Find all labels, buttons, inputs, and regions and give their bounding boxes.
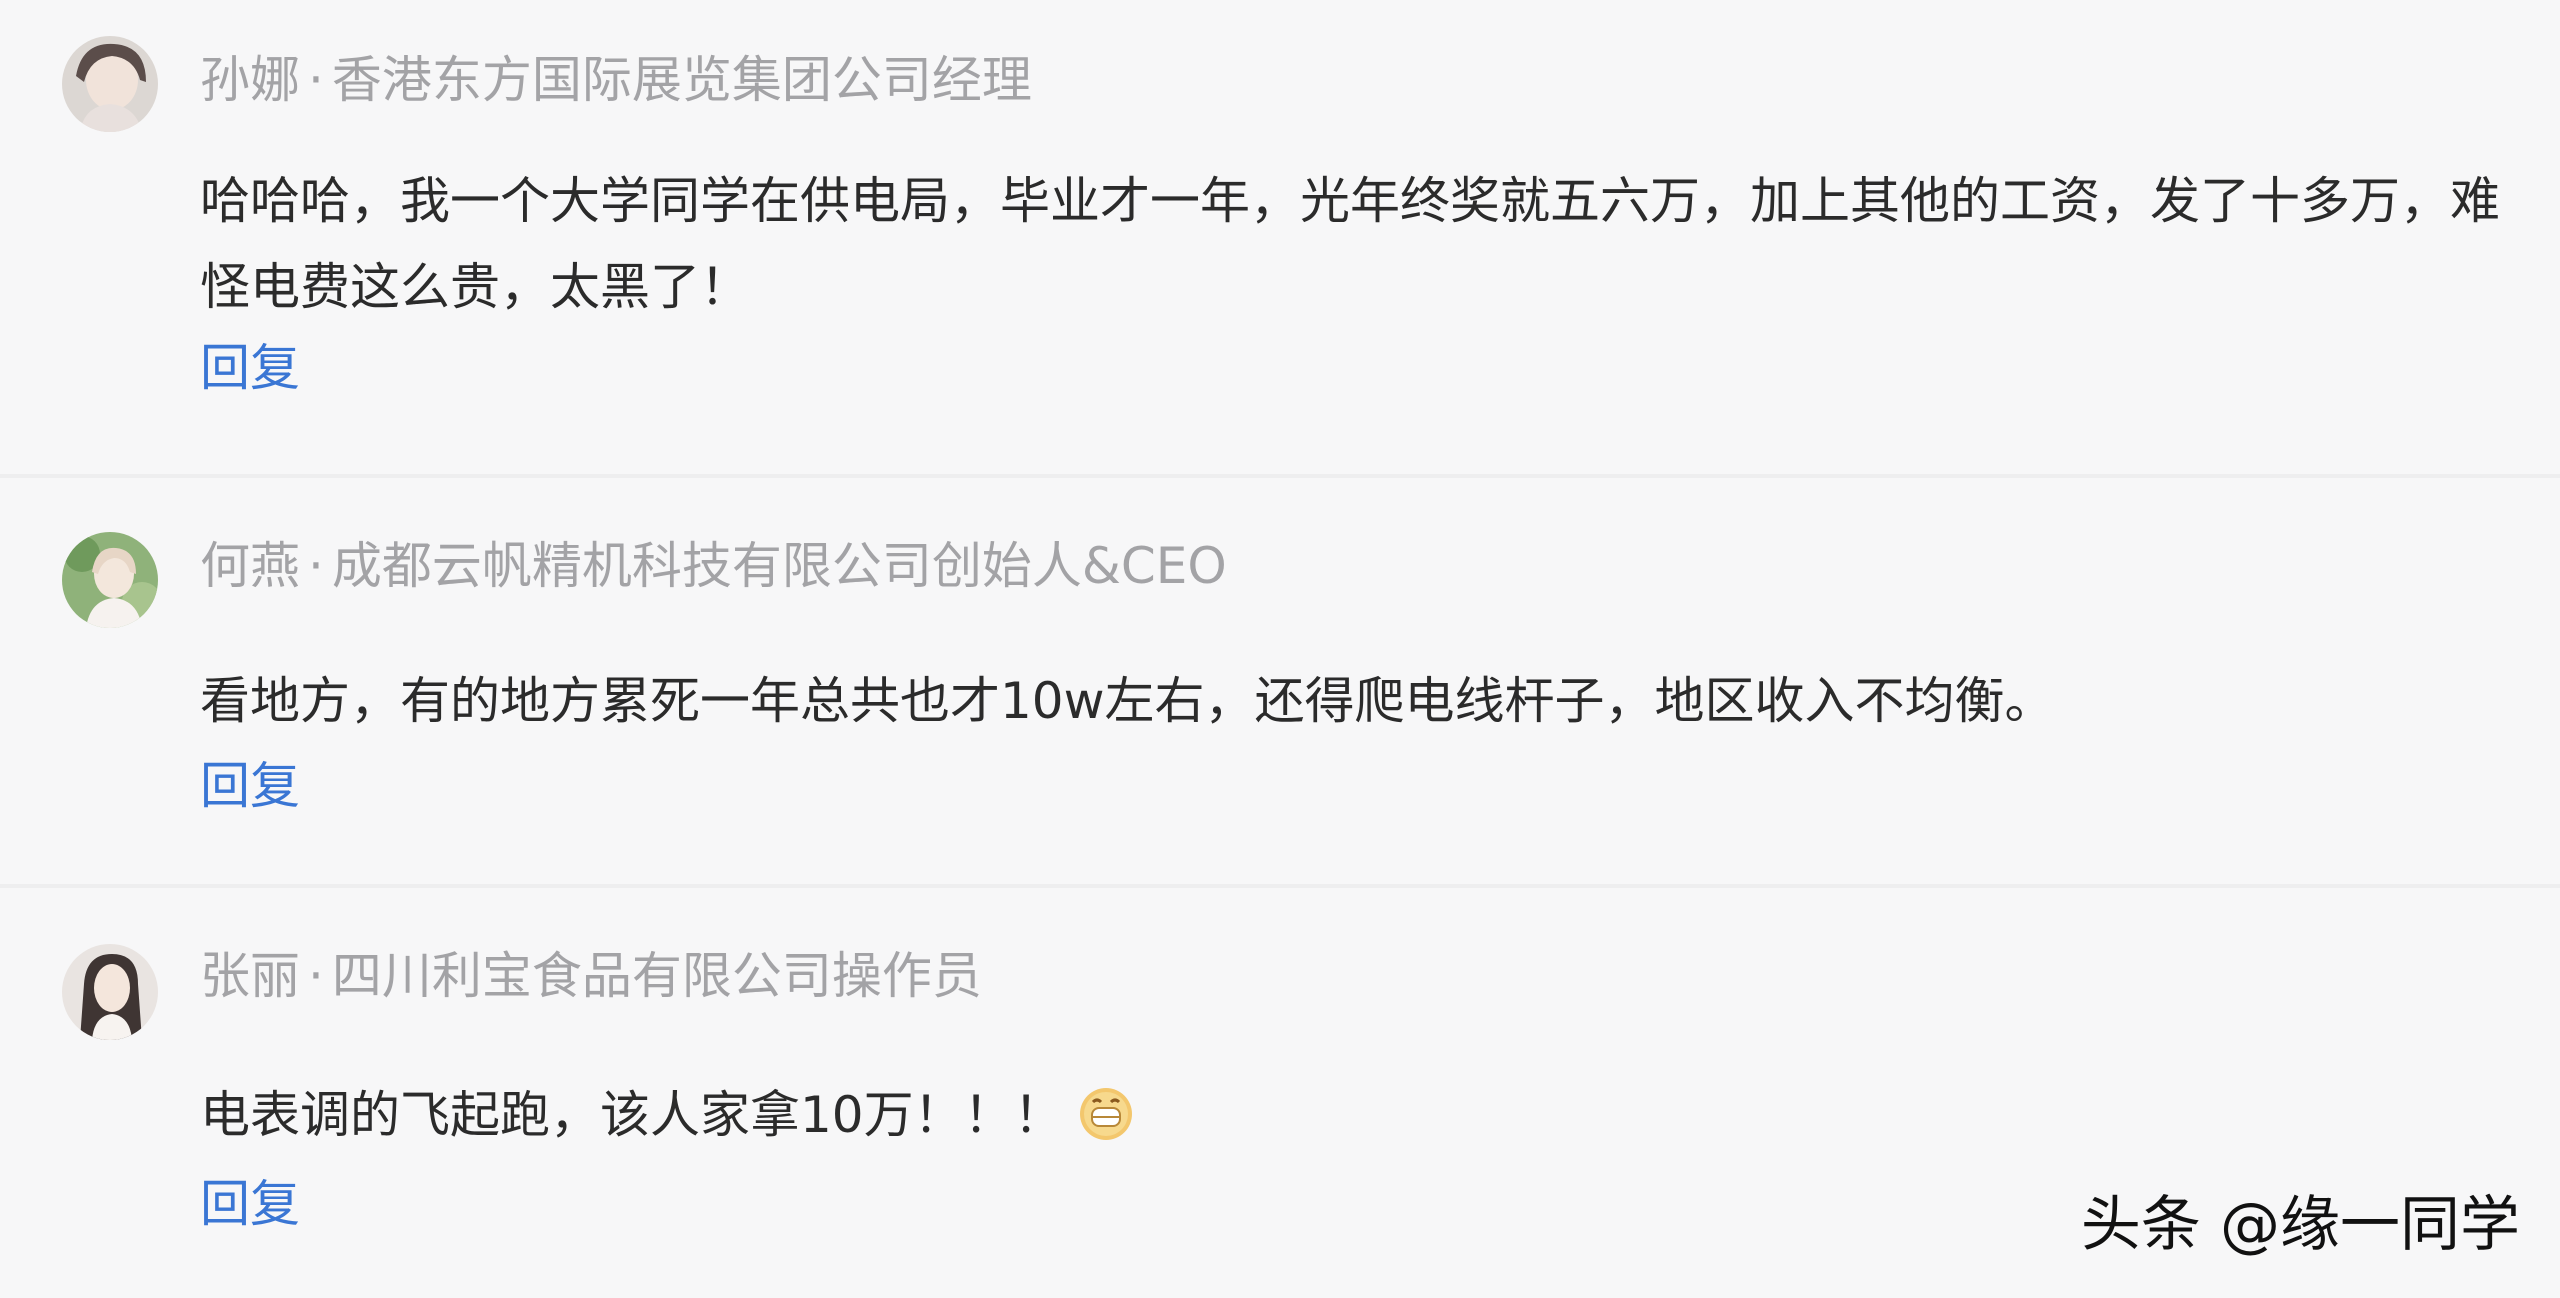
avatar[interactable] — [62, 36, 158, 132]
author-line: 孙娜 · 香港东方国际展览集团公司经理 — [200, 50, 1032, 110]
comment-item: 孙娜 · 香港东方国际展览集团公司经理 哈哈哈，我一个大学同学在供电局，毕业才一年，… — [0, 0, 2560, 474]
comment-item: 何燕 · 成都云帆精机科技有限公司创始人&CEO 看地方，有的地方累死一年总共也才1… — [0, 478, 2560, 884]
comment-text: 电表调的飞起跑，该人家拿10万！！！ — [200, 1072, 2520, 1158]
watermark: 头条 @缘一同学 — [2080, 1190, 2520, 1260]
author-name[interactable]: 何燕 — [200, 537, 300, 595]
author-title: 香港东方国际展览集团公司经理 — [331, 51, 1032, 109]
author-title: 四川利宝食品有限公司操作员 — [331, 947, 982, 1005]
author-line: 张丽 · 四川利宝食品有限公司操作员 — [200, 946, 982, 1006]
reply-button[interactable]: 回复 — [200, 756, 300, 816]
reply-button[interactable]: 回复 — [200, 1174, 300, 1234]
meta-separator: · — [308, 947, 324, 1005]
grinning-face-emoji-icon — [1078, 1082, 1134, 1140]
meta-separator: · — [308, 537, 324, 595]
author-name[interactable]: 张丽 — [200, 947, 300, 1005]
author-line: 何燕 · 成都云帆精机科技有限公司创始人&CEO — [200, 536, 1227, 596]
comment-text: 哈哈哈，我一个大学同学在供电局，毕业才一年，光年终奖就五六万，加上其他的工资，发… — [200, 172, 2500, 316]
meta-separator: · — [308, 51, 324, 109]
author-name[interactable]: 孙娜 — [200, 51, 300, 109]
avatar[interactable] — [62, 532, 158, 628]
comment-text-body: 电表调的飞起跑，该人家拿10万！！！ — [200, 1086, 1064, 1144]
avatar[interactable] — [62, 944, 158, 1040]
comment-text: 看地方，有的地方累死一年总共也才10w左右，还得爬电线杆子，地区收入不均衡。 — [200, 672, 2055, 730]
reply-button[interactable]: 回复 — [200, 338, 300, 398]
author-title: 成都云帆精机科技有限公司创始人&CEO — [331, 537, 1227, 595]
